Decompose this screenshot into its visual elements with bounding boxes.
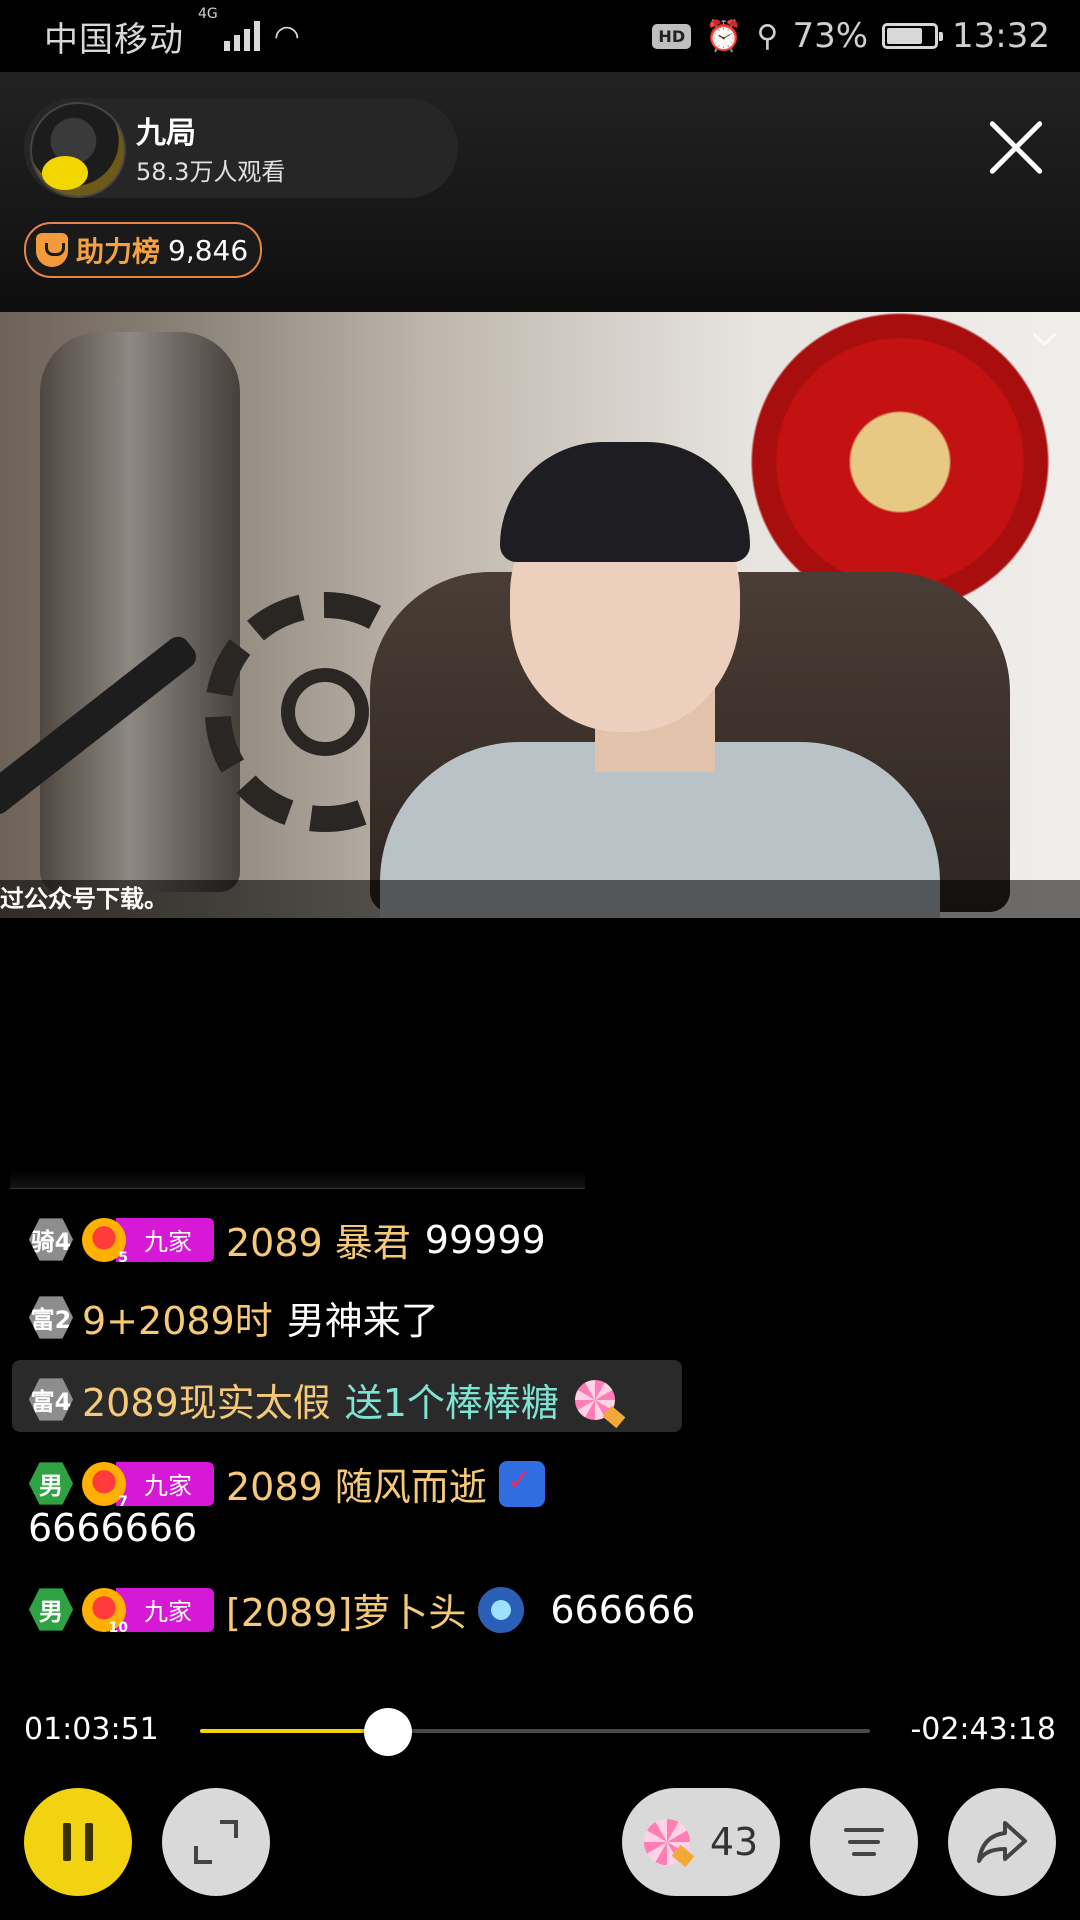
chat-fade — [10, 1170, 585, 1189]
username[interactable]: 2089 随风而逝 — [226, 1456, 487, 1511]
level-badge: 骑4 — [28, 1218, 74, 1261]
elapsed-time: 01:03:51 — [24, 1712, 159, 1747]
pause-button[interactable] — [24, 1788, 132, 1896]
status-bar: 中国移动 4G ◠ HD ⏰ ⚲ 73% 13:32 — [0, 0, 1080, 72]
heart-icon: 7 — [82, 1461, 128, 1510]
rank-label: 助力榜 — [76, 235, 161, 268]
fan-club-label: 九家 — [116, 1587, 214, 1632]
message-text: 6666666 — [28, 1506, 198, 1550]
fullscreen-icon — [194, 1820, 238, 1864]
battery-icon — [882, 23, 944, 49]
shield-icon — [36, 233, 68, 267]
chat-message[interactable]: 男 10 九家 [2089]萝卜头 666666 — [28, 1582, 695, 1637]
chat-message[interactable]: 富2 9+2089时 男神来了 — [28, 1290, 439, 1345]
armor-figure — [40, 332, 240, 892]
fan-badge: 10 九家 — [82, 1587, 214, 1636]
chat-message[interactable]: 男 7 九家 2089 随风而逝 — [28, 1456, 545, 1511]
level-badge: 富4 — [28, 1378, 74, 1421]
wifi-icon: ◠ — [273, 18, 300, 54]
seek-fill — [200, 1729, 388, 1733]
live-header: 九局 58.3万人观看 助力榜 9,846 — [0, 72, 1080, 312]
hd-icon: HD — [652, 23, 692, 49]
heart-icon: 5 — [82, 1217, 128, 1266]
host-name: 九局 — [136, 116, 196, 151]
username[interactable]: 9+2089时 — [82, 1290, 273, 1345]
location-icon: ⚲ — [756, 18, 779, 54]
gift-message[interactable]: 富4 2089现实太假 送1个棒棒糖 — [28, 1372, 615, 1427]
chat-message[interactable]: 骑4 5 九家 2089 暴君 99999 — [28, 1212, 546, 1267]
message-text: 男神来了 — [286, 1299, 439, 1343]
level-badge: 男 — [28, 1462, 74, 1505]
fan-club-label: 九家 — [116, 1217, 214, 1262]
playback-progress: 01:03:51 -02:43:18 — [0, 1700, 1080, 1760]
seek-bar[interactable] — [200, 1729, 870, 1733]
fan-club-label: 九家 — [116, 1461, 214, 1506]
video-caption: 过公众号下载。 — [0, 880, 1080, 918]
badge-icon — [478, 1586, 525, 1633]
share-icon — [977, 1821, 1027, 1863]
avatar[interactable] — [30, 102, 126, 198]
lollipop-icon — [574, 1379, 615, 1420]
checkin-icon — [498, 1460, 545, 1507]
level-badge: 富2 — [28, 1296, 74, 1339]
fan-badge: 7 九家 — [82, 1461, 214, 1510]
gift-count: 43 — [709, 1820, 759, 1864]
network-type: 4G — [198, 5, 218, 22]
heart-icon: 10 — [82, 1587, 128, 1636]
username[interactable]: 2089现实太假 — [82, 1372, 331, 1427]
username[interactable]: [2089]萝卜头 — [226, 1582, 466, 1637]
menu-button[interactable] — [810, 1788, 918, 1896]
menu-icon — [844, 1820, 884, 1864]
lollipop-icon — [643, 1819, 690, 1865]
message-text: 99999 — [424, 1217, 546, 1262]
message-text: 666666 — [550, 1587, 696, 1632]
clock: 13:32 — [952, 16, 1050, 56]
gift-button[interactable]: 43 — [622, 1788, 780, 1896]
seek-handle[interactable] — [363, 1708, 412, 1756]
gift-text: 送1个棒棒糖 — [344, 1381, 559, 1425]
rank-button[interactable]: 助力榜 9,846 — [24, 222, 263, 278]
video-player[interactable]: 过公众号下载。 — [0, 312, 1080, 918]
share-button[interactable] — [948, 1788, 1056, 1896]
pause-icon — [63, 1823, 71, 1861]
viewer-count: 58.3万人观看 — [136, 158, 286, 186]
remaining-time: -02:43:18 — [910, 1712, 1056, 1747]
fullscreen-button[interactable] — [162, 1788, 270, 1896]
carrier-label: 中国移动 — [44, 19, 184, 60]
close-button[interactable] — [984, 116, 1048, 180]
rank-value: 9,846 — [168, 233, 249, 267]
streamer — [380, 442, 940, 918]
collapse-icon[interactable] — [1032, 330, 1058, 346]
alarm-icon: ⏰ — [705, 18, 743, 54]
level-badge: 男 — [28, 1588, 74, 1631]
signal-icon — [223, 21, 260, 51]
fan-badge: 5 九家 — [82, 1217, 214, 1266]
username[interactable]: 2089 暴君 — [226, 1212, 411, 1267]
battery-percent: 73% — [792, 16, 869, 56]
